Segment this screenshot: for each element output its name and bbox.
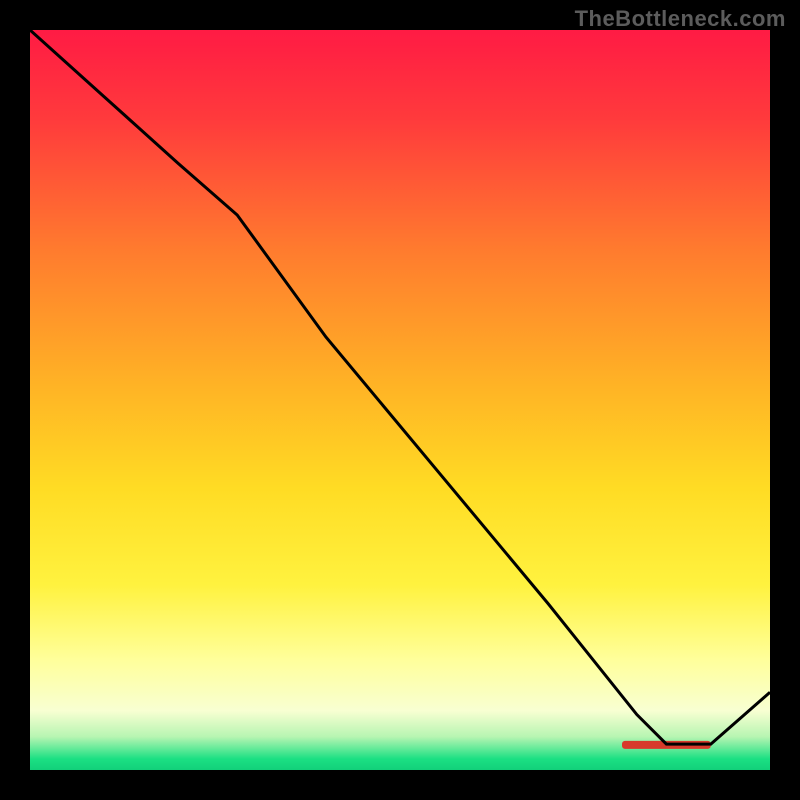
chart-svg (30, 30, 770, 770)
gradient-background (30, 30, 770, 770)
watermark-text: TheBottleneck.com (575, 6, 786, 32)
plot-area (30, 30, 770, 770)
chart-frame: TheBottleneck.com (0, 0, 800, 800)
